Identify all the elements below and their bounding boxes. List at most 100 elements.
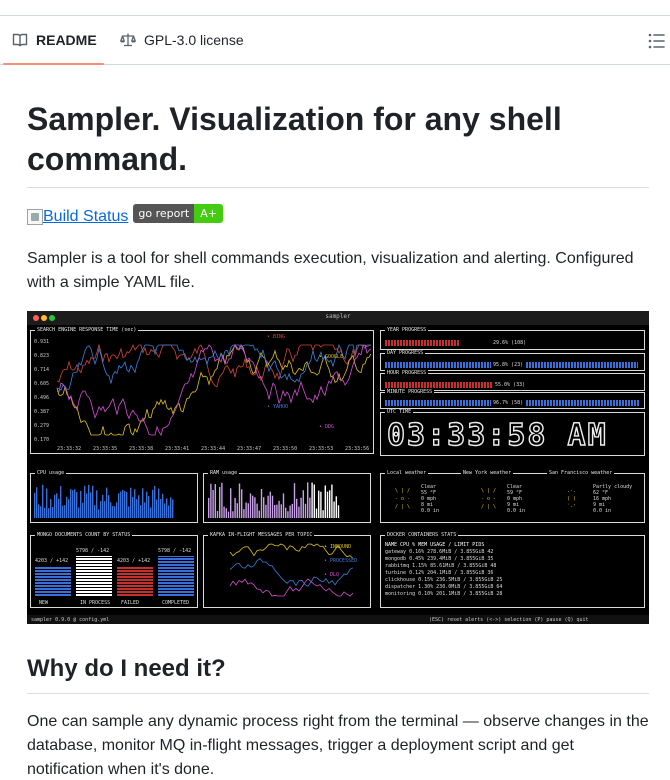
cpu-bar: [170, 497, 172, 518]
utc-clock: 03:33:58 AM: [386, 418, 608, 453]
mongo-value: 5798 / -142: [76, 548, 110, 554]
cpu-bars: [34, 484, 174, 518]
badges-row: Build Status go report A+: [27, 203, 223, 229]
build-status-badge[interactable]: Build Status: [27, 208, 128, 226]
docker-row: mongodb 0.45% 239.4MiB / 3.855GiB 35: [385, 556, 494, 562]
pane-title: YEAR PROGRESS: [385, 327, 429, 334]
docker-header: NAME CPU % MEM USAGE / LIMIT PIDS: [385, 542, 485, 548]
series-line: [56, 343, 371, 391]
go-report-badge[interactable]: go report A+: [133, 203, 223, 223]
cpu-bar: [122, 489, 124, 518]
cpu-bar: [112, 505, 114, 518]
pane-title: DAY PROGRESS: [385, 350, 426, 357]
tab-readme-label: README: [36, 32, 97, 48]
cpu-bar: [72, 490, 74, 518]
ram-bar: [293, 483, 296, 518]
cpu-bar: [114, 506, 116, 518]
ram-bar: [256, 503, 258, 518]
cpu-bar: [104, 501, 106, 518]
cpu-bar: [132, 496, 134, 518]
ram-bar: [227, 511, 230, 518]
ram-bar: [208, 497, 210, 518]
cpu-bar: [106, 487, 108, 518]
ram-bar: [219, 487, 221, 518]
weather-ascii-icon: / | \: [481, 504, 497, 510]
x-tick-label: 23:33:38: [129, 446, 154, 452]
pane-title: UTC TIME: [385, 409, 414, 416]
cpu-bar: [154, 485, 156, 518]
ram-bar: [324, 485, 326, 518]
kafka-legend-entry: • DLQ: [324, 572, 340, 578]
cpu-bar: [98, 509, 100, 518]
year-progress-value: 29.6% (108): [493, 340, 527, 346]
readme-tabbar: README GPL-3.0 license: [0, 16, 670, 65]
broken-image-icon: [27, 209, 43, 225]
terminal-titlebar: sampler: [27, 311, 649, 325]
weather-ascii-icon: / | \: [395, 504, 411, 510]
status-right: (ESC) reset alerts (<->) selection (P) p…: [429, 617, 589, 623]
top-strip: [0, 0, 670, 16]
pane-title: New York weather: [461, 470, 514, 477]
pane-title: San Francisco weather: [547, 470, 615, 477]
cpu-bar: [100, 501, 102, 518]
mongo-bar: [35, 566, 71, 596]
ram-bar: [333, 501, 335, 518]
pane-title: MONGO DOCUMENTS COUNT BY STATUS: [35, 532, 133, 539]
x-tick-label: 23:33:35: [93, 446, 118, 452]
ram-bar: [280, 504, 282, 518]
ram-usage-pane: RAM usage: [203, 470, 371, 523]
tab-readme[interactable]: README: [3, 16, 104, 65]
law-icon: [120, 32, 136, 48]
ram-bar: [236, 503, 238, 518]
heading-divider: [27, 187, 649, 188]
cpu-bar: [164, 503, 166, 518]
weather-pane: Local weather New York weather San Franc…: [380, 470, 645, 523]
ram-bar: [216, 510, 219, 518]
docker-row: clickhouse 0.15% 236.5MiB / 3.855GiB 25: [385, 577, 503, 583]
pane-title: MINUTE PROGRESS: [385, 389, 435, 396]
mongo-bar: [76, 556, 112, 596]
utc-time-pane: UTC TIME 03:33:58 AM: [380, 409, 645, 456]
docker-row: turbine 0.12% 204.1MiB / 3.855GiB 36: [385, 570, 494, 576]
cpu-bar: [84, 485, 86, 518]
ram-bar: [214, 484, 216, 518]
cpu-bar: [160, 499, 162, 518]
year-progress-pane: YEAR PROGRESS 29.6% (108): [380, 327, 645, 350]
mongo-label: FAILED: [121, 600, 140, 606]
docker-row: rabbitmq 1.15% 85.61MiB / 3.855GiB 48: [385, 563, 497, 569]
year-progress-bar: [385, 340, 459, 346]
ram-bar: [300, 497, 302, 518]
ram-bar: [309, 497, 311, 518]
cpu-bar: [66, 496, 68, 518]
minute-progress-value: 96.7% (58): [491, 400, 526, 406]
mongo-docs-pane: MONGO DOCUMENTS COUNT BY STATUS 4203 / +…: [30, 532, 198, 608]
ram-bar: [238, 483, 241, 518]
cpu-bar: [162, 493, 164, 518]
ram-bar: [320, 491, 322, 518]
legend-entry: • GOOGLE: [319, 354, 344, 360]
kafka-pane: KAFKA IN-FLIGHT MESSAGES PER TOPIC • INB…: [203, 532, 371, 608]
terminal-title: sampler: [325, 313, 351, 320]
ram-bar: [287, 511, 289, 518]
cpu-bar: [116, 502, 118, 518]
cpu-bar: [46, 488, 48, 518]
x-tick-label: 23:33:32: [57, 446, 82, 452]
weather-rain: 0.0 in: [421, 508, 440, 514]
tab-license[interactable]: GPL-3.0 license: [120, 16, 260, 64]
ram-bar: [329, 490, 331, 518]
ram-bar: [258, 510, 260, 518]
weather-ascii-icon: \ | /: [395, 488, 411, 494]
x-tick-label: 23:33:50: [273, 446, 298, 452]
ram-bar: [269, 491, 271, 518]
ram-bar: [298, 506, 300, 518]
go-report-label: go report: [133, 203, 195, 223]
ram-bar: [225, 508, 227, 518]
table-of-contents-button[interactable]: [645, 30, 667, 52]
cpu-bar: [92, 485, 94, 518]
cpu-bar: [118, 493, 120, 518]
ram-bar: [326, 491, 329, 518]
cpu-bar: [88, 484, 90, 518]
hour-progress-value: 55.0% (33): [493, 382, 528, 388]
terminal-status-bar: sampler 0.9.0 @ config.yml (ESC) reset a…: [27, 615, 649, 624]
x-tick-label: 23:33:47: [237, 446, 262, 452]
